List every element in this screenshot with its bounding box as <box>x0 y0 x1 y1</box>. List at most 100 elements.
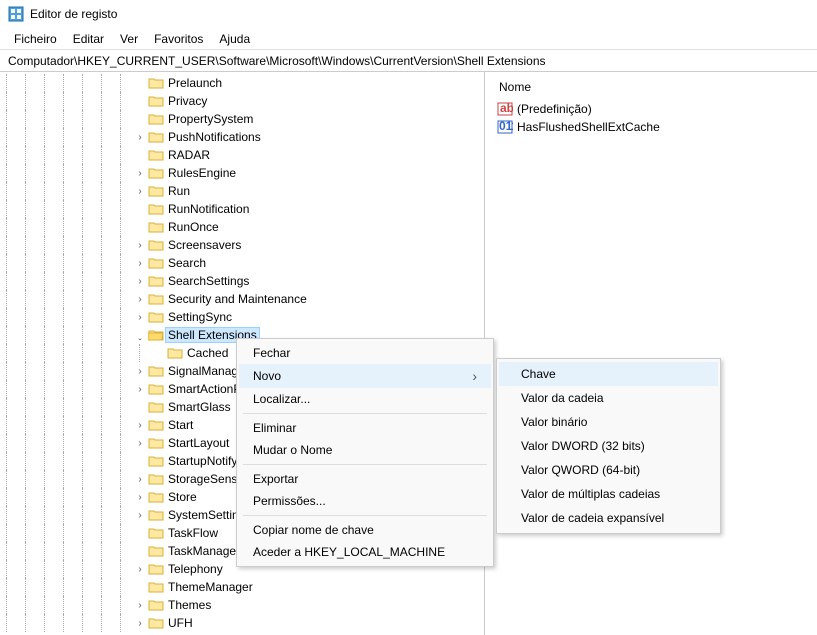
context-menu-item[interactable]: Permissões... <box>239 490 491 512</box>
chevron-right-icon[interactable]: › <box>133 294 147 305</box>
value-column-header[interactable]: Nome <box>497 76 809 100</box>
value-row[interactable]: 011 HasFlushedShellExtCache <box>497 118 809 136</box>
chevron-right-icon[interactable]: › <box>133 564 147 575</box>
chevron-right-icon[interactable]: › <box>133 618 147 629</box>
chevron-right-icon[interactable]: › <box>133 276 147 287</box>
menu-editar[interactable]: Editar <box>65 30 112 48</box>
chevron-right-icon[interactable]: › <box>133 132 147 143</box>
menu-ajuda[interactable]: Ajuda <box>211 30 258 48</box>
tree-item[interactable]: › RulesEngine <box>0 164 484 182</box>
folder-icon <box>147 291 165 307</box>
submenu-item-label: Valor de múltiplas cadeias <box>521 487 660 501</box>
tree-item[interactable]: Prelaunch <box>0 74 484 92</box>
tree-item-label: RADAR <box>165 148 213 162</box>
tree-item-label: Screensavers <box>165 238 244 252</box>
chevron-right-icon[interactable]: › <box>133 438 147 449</box>
tree-item[interactable]: PropertySystem <box>0 110 484 128</box>
value-name: HasFlushedShellExtCache <box>517 120 660 134</box>
context-menu-item[interactable]: Localizar... <box>239 388 491 410</box>
folder-icon <box>147 237 165 253</box>
context-menu-item[interactable]: Fechar <box>239 342 491 364</box>
chevron-right-icon[interactable]: › <box>133 240 147 251</box>
submenu-item[interactable]: Valor de múltiplas cadeias <box>499 482 718 506</box>
folder-icon <box>147 579 165 595</box>
chevron-down-icon[interactable]: ˬ <box>133 330 147 341</box>
context-menu-item-label: Aceder a HKEY_LOCAL_MACHINE <box>253 545 445 559</box>
tree-item-label: TaskFlow <box>165 526 221 540</box>
submenu-item[interactable]: Valor DWORD (32 bits) <box>499 434 718 458</box>
menu-ver[interactable]: Ver <box>112 30 146 48</box>
folder-icon <box>147 489 165 505</box>
folder-icon <box>147 615 165 631</box>
tree-item[interactable]: › Themes <box>0 596 484 614</box>
folder-icon <box>147 327 165 343</box>
folder-icon <box>147 255 165 271</box>
folder-icon <box>147 165 165 181</box>
title-bar: Editor de registo <box>0 0 817 28</box>
chevron-right-icon[interactable]: › <box>133 600 147 611</box>
context-menu-item[interactable]: Exportar <box>239 468 491 490</box>
chevron-right-icon[interactable]: › <box>133 312 147 323</box>
chevron-right-icon[interactable]: › <box>133 258 147 269</box>
tree-item[interactable]: › Screensavers <box>0 236 484 254</box>
tree-item[interactable]: ›PushNotifications <box>0 128 484 146</box>
tree-item-label: RunOnce <box>165 220 222 234</box>
tree-item-label: SmartGlass <box>165 400 234 414</box>
context-menu-item[interactable]: Aceder a HKEY_LOCAL_MACHINE <box>239 541 491 563</box>
menu-ficheiro[interactable]: Ficheiro <box>6 30 65 48</box>
tree-item[interactable]: RunOnce <box>0 218 484 236</box>
context-menu-item[interactable]: Eliminar <box>239 417 491 439</box>
address-bar[interactable]: Computador\HKEY_CURRENT_USER\Software\Mi… <box>0 50 817 72</box>
tree-item[interactable]: ›Run <box>0 182 484 200</box>
submenu-item[interactable]: Chave <box>499 362 718 386</box>
menu-favoritos[interactable]: Favoritos <box>146 30 211 48</box>
folder-icon <box>147 381 165 397</box>
submenu-item[interactable]: Valor QWORD (64-bit) <box>499 458 718 482</box>
tree-item[interactable]: RunNotification <box>0 200 484 218</box>
chevron-right-icon[interactable]: › <box>133 510 147 521</box>
context-menu-item[interactable]: Mudar o Nome <box>239 439 491 461</box>
context-menu-item-label: Novo <box>253 369 281 383</box>
context-menu-item[interactable]: Copiar nome de chave <box>239 519 491 541</box>
tree-item[interactable]: ThemeManager <box>0 578 484 596</box>
tree-item[interactable]: ›Security and Maintenance <box>0 290 484 308</box>
svg-text:011: 011 <box>499 119 513 133</box>
chevron-right-icon[interactable]: › <box>133 492 147 503</box>
folder-icon <box>147 75 165 91</box>
tree-item-label: Privacy <box>165 94 210 108</box>
tree-item-label: StorageSense <box>165 472 247 486</box>
context-menu-item[interactable]: Novo <box>239 364 491 388</box>
folder-icon <box>147 597 165 613</box>
submenu-item[interactable]: Valor da cadeia <box>499 386 718 410</box>
folder-icon <box>147 147 165 163</box>
chevron-right-icon[interactable]: › <box>133 474 147 485</box>
submenu-item[interactable]: Valor de cadeia expansível <box>499 506 718 530</box>
tree-item-label: StartLayout <box>165 436 232 450</box>
tree-item[interactable]: ›Search <box>0 254 484 272</box>
tree-item[interactable]: ›SettingSync <box>0 308 484 326</box>
string-value-icon: ab <box>497 101 513 117</box>
tree-item[interactable]: Privacy <box>0 92 484 110</box>
tree-item[interactable]: ›UFH <box>0 614 484 632</box>
context-menu-item-label: Eliminar <box>253 421 296 435</box>
submenu-item-label: Valor binário <box>521 415 587 429</box>
chevron-right-icon[interactable]: › <box>133 384 147 395</box>
value-pane[interactable]: Nome ab(Predefinição)011 HasFlushedShellE… <box>489 72 817 635</box>
chevron-right-icon[interactable]: › <box>133 168 147 179</box>
tree-item-label: RulesEngine <box>165 166 239 180</box>
context-menu-item-label: Mudar o Nome <box>253 443 332 457</box>
value-row[interactable]: ab(Predefinição) <box>497 100 809 118</box>
tree-item[interactable]: RADAR <box>0 146 484 164</box>
context-menu-item-label: Copiar nome de chave <box>253 523 374 537</box>
folder-icon <box>147 363 165 379</box>
tree-item[interactable]: › SearchSettings <box>0 272 484 290</box>
tree-item-label: Themes <box>165 598 214 612</box>
submenu-item[interactable]: Valor binário <box>499 410 718 434</box>
chevron-right-icon[interactable]: › <box>133 186 147 197</box>
tree-item-label: SearchSettings <box>165 274 252 288</box>
tree-item-label: RunNotification <box>165 202 252 216</box>
chevron-right-icon[interactable]: › <box>133 420 147 431</box>
tree-item-label: Prelaunch <box>165 76 225 90</box>
chevron-right-icon[interactable]: › <box>133 366 147 377</box>
submenu-item-label: Valor QWORD (64-bit) <box>521 463 640 477</box>
